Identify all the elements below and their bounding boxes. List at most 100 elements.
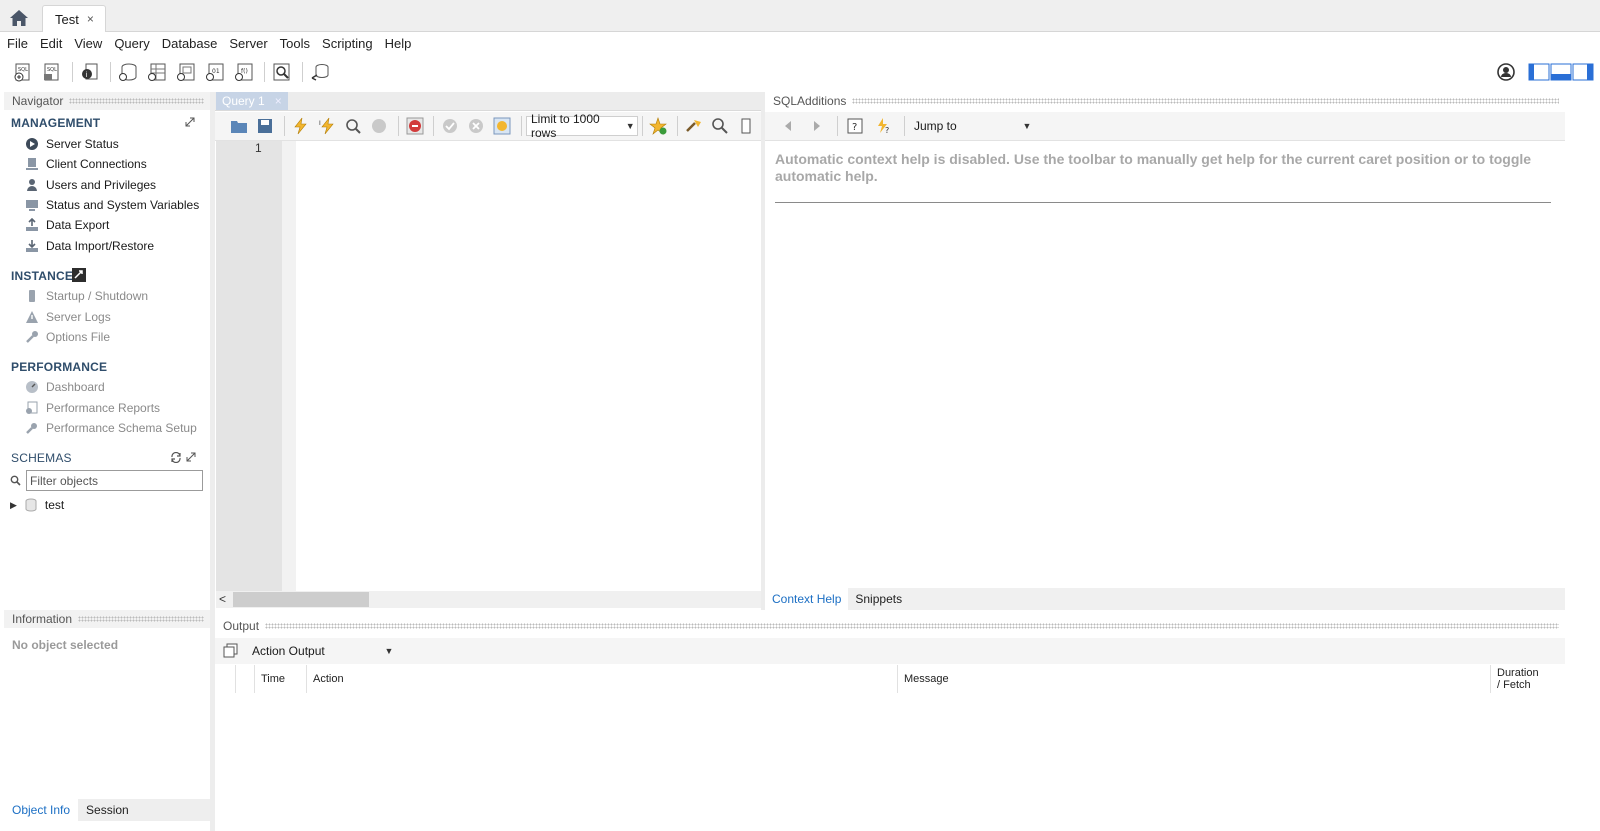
- nav-item-dashboard[interactable]: Dashboard: [24, 378, 105, 396]
- layout-controls: [1496, 62, 1594, 82]
- menu-query[interactable]: Query: [109, 36, 156, 51]
- nav-item-startup-shutdown[interactable]: Startup / Shutdown: [24, 287, 148, 305]
- query-tab[interactable]: Query 1 ×: [216, 92, 288, 110]
- column-fetch[interactable]: / Fetch: [1497, 679, 1531, 691]
- schema-filter-input[interactable]: Filter objects: [26, 470, 203, 491]
- menu-database[interactable]: Database: [157, 36, 225, 51]
- create-schema-icon[interactable]: [115, 60, 141, 84]
- limit-rows-select[interactable]: Limit to 1000 rows ▼: [526, 112, 638, 140]
- rollback-icon[interactable]: [464, 114, 487, 138]
- svg-text:i: i: [86, 71, 88, 79]
- expand-icon[interactable]: [186, 452, 196, 462]
- toggle-output-icon[interactable]: [1550, 63, 1572, 81]
- beautify-icon[interactable]: [682, 114, 705, 138]
- nav-item-performance-schema-setup[interactable]: Performance Schema Setup: [24, 419, 197, 437]
- create-procedure-icon[interactable]: 01: [202, 60, 228, 84]
- close-tab-icon[interactable]: ×: [87, 12, 94, 26]
- invisible-chars-icon[interactable]: [735, 114, 758, 138]
- column-duration[interactable]: Duration: [1497, 667, 1539, 679]
- forward-icon[interactable]: [804, 114, 830, 138]
- jump-to-select[interactable]: Jump to ▼: [909, 116, 1035, 136]
- column-message[interactable]: Message: [904, 673, 949, 685]
- menu-help[interactable]: Help: [380, 36, 419, 51]
- warning-icon: [24, 309, 40, 325]
- nav-item-options-file[interactable]: Options File: [24, 328, 110, 346]
- nav-item-server-status[interactable]: Server Status: [24, 135, 119, 153]
- tab-session[interactable]: Session: [78, 799, 137, 821]
- nav-item-performance-reports[interactable]: Performance Reports: [24, 399, 160, 417]
- nav-item-data-import[interactable]: Data Import/Restore: [24, 237, 154, 255]
- schema-tree-item-test[interactable]: ▶ test: [10, 496, 64, 514]
- menu-edit[interactable]: Edit: [35, 36, 69, 51]
- limit-rows-value: Limit to 1000 rows: [531, 112, 600, 140]
- menu-server[interactable]: Server: [224, 36, 274, 51]
- sql-additions-toolbar: ? ? Jump to ▼: [765, 112, 1565, 141]
- toolbar-separator: [433, 116, 435, 136]
- commit-icon[interactable]: [438, 114, 461, 138]
- nav-item-server-logs[interactable]: Server Logs: [24, 308, 111, 326]
- explain-icon[interactable]: [341, 114, 364, 138]
- tab-snippets[interactable]: Snippets: [848, 588, 909, 610]
- create-function-icon[interactable]: f(): [231, 60, 257, 84]
- nav-item-status-variables[interactable]: Status and System Variables: [24, 196, 199, 214]
- toggle-stop-on-error-icon[interactable]: [403, 114, 426, 138]
- inspector-icon[interactable]: i: [77, 60, 103, 84]
- output-header: Output: [215, 617, 1565, 635]
- close-tab-icon[interactable]: ×: [275, 94, 282, 108]
- add-snippet-icon[interactable]: [647, 114, 670, 138]
- refresh-icon[interactable]: [170, 452, 182, 463]
- toggle-sidebar-icon[interactable]: [1528, 63, 1550, 81]
- column-action[interactable]: Action: [313, 673, 344, 685]
- open-sql-script-icon[interactable]: SQL: [39, 60, 65, 84]
- find-icon[interactable]: [708, 114, 731, 138]
- column-separator: [897, 665, 898, 693]
- output-type-select[interactable]: Action Output ▼: [247, 641, 397, 661]
- nav-item-label: Options File: [46, 330, 111, 344]
- home-button[interactable]: [8, 8, 32, 28]
- new-sql-tab-icon[interactable]: SQL: [10, 60, 36, 84]
- stop-icon[interactable]: [368, 114, 391, 138]
- account-icon[interactable]: [1496, 62, 1516, 82]
- create-table-icon[interactable]: [144, 60, 170, 84]
- toggle-secondary-sidebar-icon[interactable]: [1572, 63, 1594, 81]
- nav-item-label: Performance Schema Setup: [46, 421, 197, 435]
- line-number: 1: [255, 141, 262, 155]
- create-view-icon[interactable]: [173, 60, 199, 84]
- navigator-header: Navigator: [4, 92, 210, 110]
- menu-view[interactable]: View: [69, 36, 109, 51]
- menu-scripting[interactable]: Scripting: [317, 36, 380, 51]
- sql-editor[interactable]: [296, 141, 761, 592]
- column-time[interactable]: Time: [261, 673, 285, 685]
- auto-help-icon[interactable]: ?: [871, 114, 897, 138]
- expand-icon[interactable]: [185, 117, 195, 127]
- panel-grip: [69, 98, 204, 104]
- panel-grip: [852, 98, 1559, 104]
- execute-current-icon[interactable]: I: [315, 114, 338, 138]
- toolbar-separator: [72, 62, 73, 82]
- tab-context-help[interactable]: Context Help: [765, 588, 849, 610]
- chevron-down-icon: ▼: [625, 121, 635, 131]
- connection-tab[interactable]: Test ×: [42, 5, 106, 32]
- nav-item-label: Data Export: [46, 218, 110, 232]
- scrollbar-thumb[interactable]: [233, 592, 369, 607]
- search-table-data-icon[interactable]: [269, 60, 295, 84]
- autocommit-icon[interactable]: [491, 114, 514, 138]
- reconnect-icon[interactable]: [307, 60, 333, 84]
- nav-item-data-export[interactable]: Data Export: [24, 216, 109, 234]
- open-file-icon[interactable]: [227, 114, 250, 138]
- manual-help-icon[interactable]: ?: [842, 114, 868, 138]
- export-icon: [24, 217, 40, 233]
- menu-file[interactable]: File: [2, 36, 35, 51]
- save-icon[interactable]: [253, 114, 276, 138]
- svg-text:?: ?: [852, 122, 857, 133]
- expand-arrow-icon[interactable]: ▶: [10, 500, 17, 511]
- copy-icon[interactable]: [223, 643, 239, 659]
- scroll-left-icon[interactable]: <: [219, 592, 226, 606]
- tab-object-info[interactable]: Object Info: [4, 799, 79, 821]
- menu-tools[interactable]: Tools: [275, 36, 317, 51]
- execute-icon[interactable]: [289, 114, 312, 138]
- nav-item-client-connections[interactable]: Client Connections: [24, 155, 147, 173]
- context-help-message: Automatic context help is disabled. Use …: [775, 151, 1532, 184]
- nav-item-users-privileges[interactable]: Users and Privileges: [24, 176, 156, 194]
- back-icon[interactable]: [775, 114, 801, 138]
